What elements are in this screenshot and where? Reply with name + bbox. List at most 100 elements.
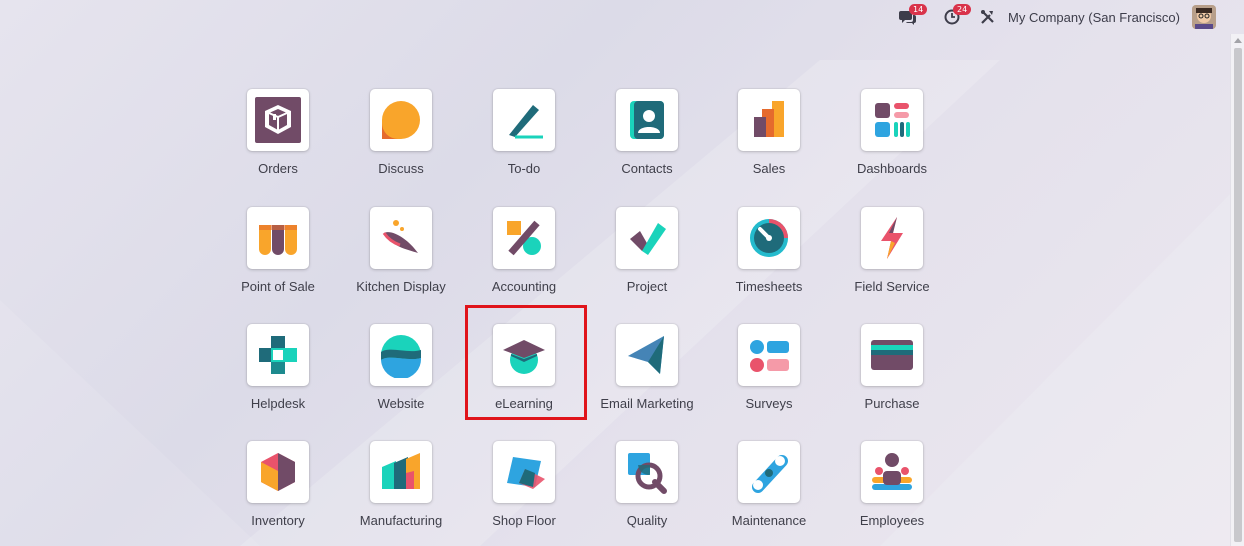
scrollbar-thumb[interactable] (1234, 48, 1242, 542)
app-label: Inventory (251, 513, 305, 528)
app-label: Helpdesk (250, 396, 306, 411)
app-surveys[interactable]: Surveys (709, 324, 829, 424)
sales-icon (754, 101, 784, 137)
app-dashboards[interactable]: Dashboards (832, 89, 952, 189)
app-label: To-do (507, 161, 541, 176)
elearning-icon (503, 340, 545, 374)
project-icon (630, 223, 666, 255)
app-discuss[interactable]: Discuss (341, 89, 461, 189)
app-tile (616, 89, 678, 151)
app-label: Dashboards (856, 161, 928, 176)
contacts-icon (630, 101, 664, 139)
dashboards-icon (875, 103, 910, 137)
app-tile (370, 441, 432, 503)
kitchen-display-icon (382, 220, 418, 253)
app-tile (493, 441, 555, 503)
app-shop-floor[interactable]: Shop Floor (464, 441, 584, 541)
app-tile (616, 441, 678, 503)
app-label: Timesheets (735, 279, 803, 294)
app-point-of-sale[interactable]: Point of Sale (218, 207, 338, 307)
app-contacts[interactable]: Contacts (587, 89, 707, 189)
app-kitchen-display[interactable]: Kitchen Display (341, 207, 461, 307)
app-tile (493, 207, 555, 269)
app-label: Surveys (745, 396, 793, 411)
app-inventory[interactable]: Inventory (218, 441, 338, 541)
timesheets-icon (750, 219, 788, 257)
app-label: Quality (626, 513, 668, 528)
vertical-scrollbar[interactable] (1230, 34, 1244, 546)
app-employees[interactable]: Employees (832, 441, 952, 541)
app-label: Discuss (378, 161, 424, 176)
app-helpdesk[interactable]: Helpdesk (218, 324, 338, 424)
app-label: Purchase (864, 396, 920, 411)
app-label: Field Service (854, 279, 930, 294)
app-label: Project (626, 279, 668, 294)
app-label: Point of Sale (241, 279, 315, 294)
field-service-icon (881, 217, 903, 259)
maintenance-icon (752, 455, 788, 493)
app-tile (493, 324, 555, 386)
app-label: eLearning (495, 396, 553, 411)
app-label: Maintenance (731, 513, 807, 528)
app-timesheets[interactable]: Timesheets (709, 207, 829, 307)
app-tile (861, 207, 923, 269)
app-label: Website (377, 396, 425, 411)
app-project[interactable]: Project (587, 207, 707, 307)
app-label: Orders (258, 161, 298, 176)
shop-floor-icon (507, 457, 545, 489)
app-orders[interactable]: Orders (218, 89, 338, 189)
email-marketing-icon (628, 336, 664, 374)
app-label: Manufacturing (359, 513, 443, 528)
app-sales[interactable]: Sales (709, 89, 829, 189)
app-tile (616, 324, 678, 386)
app-tile (616, 207, 678, 269)
app-tile (861, 324, 923, 386)
app-tile (247, 441, 309, 503)
app-label: Sales (752, 161, 786, 176)
app-website[interactable]: Website (341, 324, 461, 424)
orders-icon (255, 97, 301, 143)
app-todo[interactable]: To-do (464, 89, 584, 189)
purchase-icon (871, 340, 913, 370)
app-tile (738, 441, 800, 503)
app-label: Kitchen Display (356, 279, 446, 294)
app-maintenance[interactable]: Maintenance (709, 441, 829, 541)
scroll-up-arrow-icon[interactable] (1234, 38, 1242, 43)
helpdesk-icon (259, 336, 297, 374)
quality-icon (628, 453, 667, 494)
app-tile (247, 89, 309, 151)
app-label: Contacts (621, 161, 673, 176)
app-tile (738, 89, 800, 151)
app-field-service[interactable]: Field Service (832, 207, 952, 307)
app-label: Email Marketing (600, 396, 694, 411)
point-of-sale-icon (259, 225, 297, 255)
website-icon (381, 335, 422, 378)
discuss-icon (382, 101, 420, 139)
app-tile (738, 207, 800, 269)
inventory-icon (261, 453, 295, 491)
app-purchase[interactable]: Purchase (832, 324, 952, 424)
app-manufacturing[interactable]: Manufacturing (341, 441, 461, 541)
app-label: Shop Floor (492, 513, 556, 528)
app-tile (247, 207, 309, 269)
app-tile (738, 324, 800, 386)
app-email-marketing[interactable]: Email Marketing (587, 324, 707, 424)
app-tile (493, 89, 555, 151)
manufacturing-icon (382, 453, 420, 489)
app-tile (370, 207, 432, 269)
todo-icon (509, 105, 543, 139)
app-label: Employees (859, 513, 925, 528)
app-elearning[interactable]: eLearning (464, 324, 584, 424)
accounting-icon (507, 220, 541, 256)
app-label: Accounting (491, 279, 557, 294)
app-tile (861, 441, 923, 503)
app-tile (370, 89, 432, 151)
app-tile (861, 89, 923, 151)
app-tile (247, 324, 309, 386)
app-grid: Orders Discuss To-do Contacts Sales Dash… (0, 0, 1230, 546)
surveys-icon (750, 340, 789, 372)
app-quality[interactable]: Quality (587, 441, 707, 541)
employees-icon (872, 453, 912, 490)
app-tile (370, 324, 432, 386)
app-accounting[interactable]: Accounting (464, 207, 584, 307)
